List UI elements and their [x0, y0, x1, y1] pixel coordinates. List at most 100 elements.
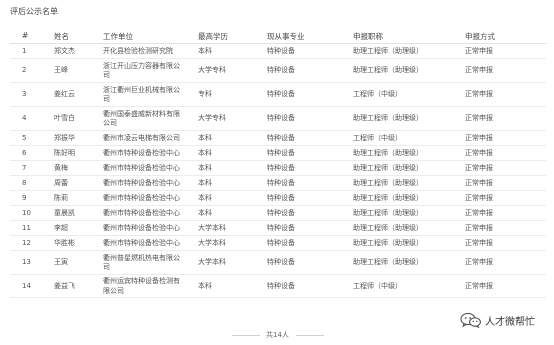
cell-index: 5: [22, 133, 27, 142]
cell-method: 正常申报: [465, 163, 493, 172]
cell-name: 郑文杰: [54, 46, 75, 55]
cell-major: 特种设备: [267, 238, 295, 247]
cell-unit: 衢州国泰盛威新材料有限: [103, 109, 180, 118]
cell-index: 1: [22, 46, 27, 55]
cell-major: 特种设备: [267, 208, 295, 217]
cell-edu: 大学专科: [198, 114, 226, 123]
cell-method: 正常申报: [465, 193, 493, 202]
cell-major: 特种设备: [267, 90, 295, 99]
table-row: 6 陈好明 衢州市特种设备检验中心 本科 特种设备 助理工程师（助理级） 正常申报: [10, 146, 546, 161]
cell-major: 特种设备: [267, 133, 295, 142]
cell-method: 正常申报: [465, 148, 493, 157]
cell-unit: 司: [103, 95, 110, 103]
cell-edu: 本科: [198, 281, 212, 290]
cell-name: 姜红云: [54, 90, 75, 99]
cell-method: 正常申报: [465, 258, 493, 267]
cell-edu: 本科: [198, 193, 212, 202]
cell-major: 特种设备: [267, 223, 295, 232]
cell-unit: 衢州市特种设备检验中心: [103, 193, 180, 202]
cell-index: 3: [22, 90, 27, 99]
cell-major: 特种设备: [267, 66, 295, 75]
cell-index: 14: [22, 281, 31, 290]
col-header-index: #: [22, 31, 29, 40]
cell-unit: 衢州市特种设备检验中心: [103, 178, 180, 187]
cell-method: 正常申报: [465, 208, 493, 217]
cell-name: 陈莉: [54, 193, 68, 202]
footer-rule-left: [232, 335, 260, 336]
cell-method: 正常申报: [465, 90, 493, 99]
cell-index: 2: [22, 66, 27, 75]
cell-unit: 衢州市特种设备检验中心: [103, 148, 180, 157]
cell-index: 6: [22, 148, 27, 157]
cell-edu: 本科: [198, 46, 212, 55]
cell-index: 12: [22, 238, 31, 247]
cell-unit: 司: [103, 71, 110, 79]
table-row: 12 华胜彬 衢州市特种设备检验中心 大学本科 特种设备 助理工程师（助理级） 正常申报: [10, 236, 546, 251]
cell-index: 7: [22, 163, 27, 172]
cell-unit: 衢州市特种设备检验中心: [103, 163, 180, 172]
cell-edu: 大学本科: [198, 258, 226, 267]
table-row: 7 黄梅 衢州市特种设备检验中心 本科 特种设备 助理工程师（助理级） 正常申报: [10, 161, 546, 176]
cell-edu: 专科: [198, 90, 212, 99]
footer-rule-right: [296, 335, 324, 336]
cell-title: 助理工程师（助理级）: [353, 238, 423, 247]
cell-major: 特种设备: [267, 46, 295, 55]
cell-unit: 衢州运宾特种设备检测有: [103, 277, 180, 285]
cell-title: 助理工程师（助理级）: [353, 66, 423, 75]
cell-index: 8: [22, 178, 27, 187]
table-row: 4 叶雪白 衢州国泰盛威新材料有限 公司 大学专科 特种设备 助理工程师（助理级） 正常申报: [10, 107, 546, 131]
cell-edu: 大学本科: [198, 223, 226, 232]
cell-title: 助理工程师（助理级）: [353, 163, 423, 172]
cell-major: 特种设备: [267, 114, 295, 123]
cell-title: 助理工程师（助理级）: [353, 193, 423, 202]
cell-name: 华胜彬: [54, 238, 75, 247]
table-row: 3 姜红云 浙江衢州巨业机械有限公司 专科 特种设备 工程师（中级） 正常申报: [10, 83, 546, 107]
table-row: 11 李超 衢州市特种设备检验中心 大学本科 特种设备 助理工程师（助理级） 正常申报: [10, 221, 546, 236]
table-row: 1 郑文杰 开化县检验检测研究院 本科 特种设备 助理工程师（助理级） 正常申报: [10, 44, 546, 59]
cell-title: 助理工程师（助理级）: [353, 114, 423, 123]
cell-name: 王峰: [54, 66, 68, 75]
col-header-unit: 工作单位: [103, 32, 133, 41]
cell-edu: 本科: [198, 163, 212, 172]
cell-unit: 衢州市凌云电梯有限公司: [103, 133, 180, 142]
total-count: 共14人: [266, 331, 289, 339]
cell-method: 正常申报: [465, 238, 493, 247]
cell-method: 正常申报: [465, 133, 493, 142]
col-header-name: 姓名: [54, 32, 69, 41]
cell-unit: 衢州普星燃机热电有限公: [103, 253, 180, 262]
cell-method: 正常申报: [465, 114, 493, 123]
cell-index: 13: [22, 258, 31, 267]
cell-unit: 开化县检验检测研究院: [103, 46, 173, 55]
wechat-logo-icon: [460, 312, 481, 328]
cell-major: 特种设备: [267, 281, 295, 290]
cell-unit: 浙江开山压力容器有限公: [103, 61, 180, 70]
cell-edu: 本科: [198, 133, 212, 142]
watermark: 人才微帮忙: [460, 311, 535, 329]
cell-title: 助理工程师（助理级）: [353, 223, 423, 232]
cell-index: 11: [22, 223, 31, 232]
cell-index: 9: [22, 193, 27, 202]
cell-title: 助理工程师（助理级）: [353, 208, 423, 217]
cell-method: 正常申报: [465, 46, 493, 55]
cell-edu: 大学本科: [198, 238, 226, 247]
cell-major: 特种设备: [267, 178, 295, 187]
cell-edu: 本科: [198, 148, 212, 157]
cell-major: 特种设备: [267, 258, 295, 267]
cell-title: 助理工程师（助理级）: [353, 148, 423, 157]
table-row: 10 童晨凯 衢州市特种设备检验中心 本科 特种设备 助理工程师（助理级） 正常申报: [10, 206, 546, 221]
page-title: 评后公示名单: [10, 7, 58, 16]
cell-title: 工程师（中级）: [353, 281, 402, 290]
cell-unit: 司: [103, 263, 110, 271]
cell-name: 黄梅: [54, 163, 68, 172]
cell-name: 童晨凯: [54, 208, 75, 217]
col-header-method: 申报方式: [465, 32, 495, 41]
table-row: 9 陈莉 衢州市特种设备检验中心 本科 特种设备 助理工程师（助理级） 正常申报: [10, 191, 546, 206]
cell-name: 王寅: [54, 258, 68, 267]
col-header-title: 申报职称: [353, 32, 383, 41]
cell-name: 姜益飞: [54, 281, 75, 290]
table-row: 8 周蕾 衢州市特种设备检验中心 本科 特种设备 助理工程师（助理级） 正常申报: [10, 176, 546, 191]
cell-unit: 衢州市特种设备检验中心: [103, 208, 180, 217]
table-row: 14 姜益飞 衢州运宾特种设备检测有 限公司 本科 特种设备 工程师（中级） 正常申报: [10, 275, 546, 298]
table-row: 13 王寅 衢州普星燃机热电有限公司 大学本科 特种设备 助理工程师（助理级） 正常申报: [10, 251, 546, 275]
cell-name: 李超: [54, 223, 68, 232]
